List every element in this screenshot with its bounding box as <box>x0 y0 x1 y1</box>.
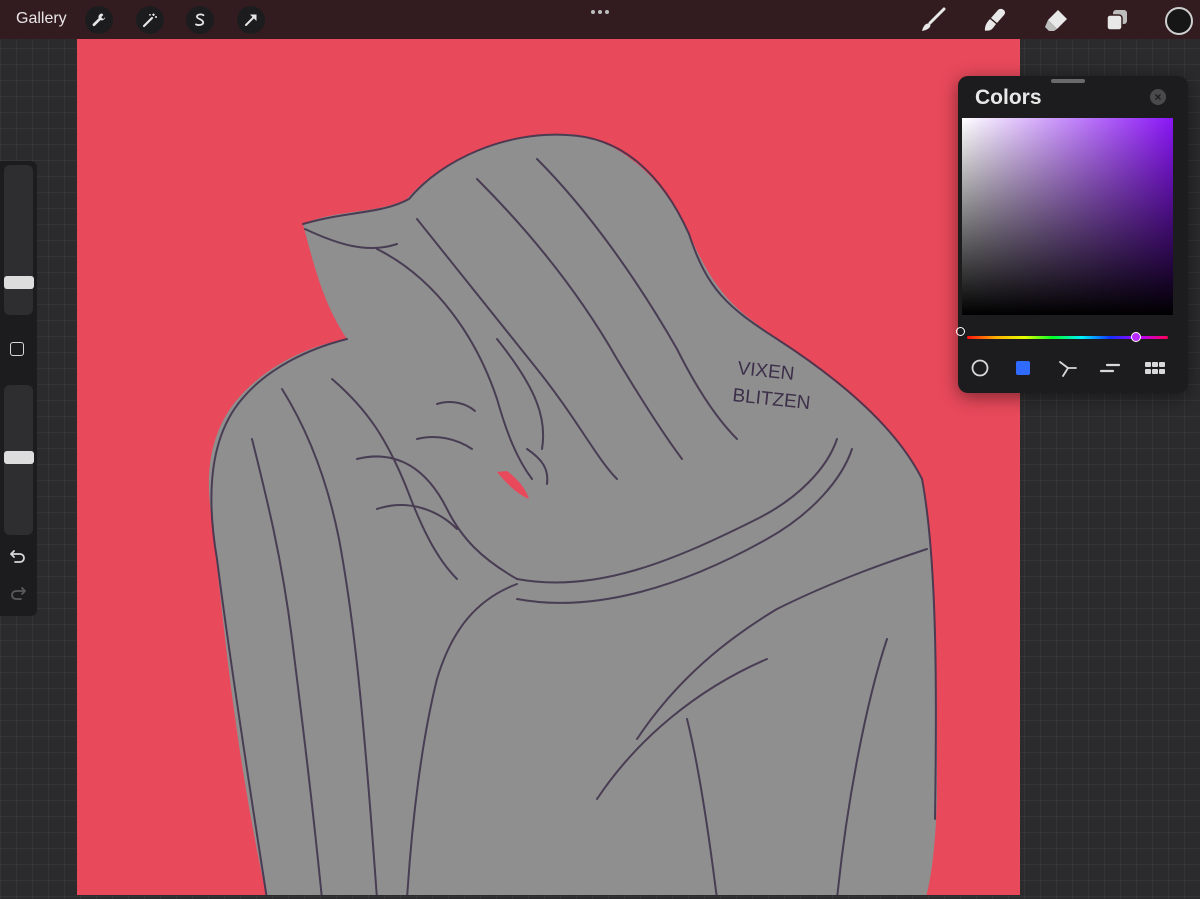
close-icon[interactable]: × <box>1150 89 1166 105</box>
selection-icon[interactable] <box>186 6 214 34</box>
color-picker-marker[interactable] <box>956 327 965 336</box>
palettes-grid-icon[interactable] <box>1144 358 1166 378</box>
gallery-button[interactable]: Gallery <box>16 10 67 28</box>
colors-title: Colors <box>975 86 1042 109</box>
hue-slider-knob[interactable] <box>1131 332 1141 342</box>
classic-square-icon[interactable] <box>1012 358 1034 378</box>
transform-arrow-icon[interactable] <box>237 6 265 34</box>
opacity-slider[interactable] <box>4 385 34 535</box>
colors-panel: Colors × <box>956 76 1188 393</box>
undo-icon[interactable] <box>9 549 27 563</box>
magic-wand-icon[interactable] <box>136 6 164 34</box>
current-color-swatch[interactable] <box>1165 7 1193 35</box>
sketch-artwork: VIXEN BLITZEN <box>209 133 937 895</box>
modify-square-icon[interactable] <box>10 342 24 356</box>
harmony-icon[interactable] <box>1057 358 1079 378</box>
brush-size-slider[interactable] <box>4 165 34 315</box>
value-sliders-icon[interactable] <box>1099 358 1121 378</box>
disc-icon[interactable] <box>969 358 991 378</box>
ellipsis-icon[interactable] <box>589 6 611 18</box>
opacity-thumb[interactable] <box>4 451 34 464</box>
top-toolbar: Gallery <box>0 0 1200 39</box>
brush-icon[interactable] <box>920 7 946 33</box>
layers-icon[interactable] <box>1104 7 1130 33</box>
smudge-icon[interactable] <box>982 7 1008 33</box>
brush-size-thumb[interactable] <box>4 276 34 289</box>
eraser-icon[interactable] <box>1043 7 1069 33</box>
color-square-picker[interactable] <box>956 118 1173 336</box>
wrench-icon[interactable] <box>85 6 113 34</box>
left-sidebar <box>0 161 37 616</box>
drawing-canvas[interactable]: VIXEN BLITZEN <box>77 39 1020 895</box>
panel-grabber[interactable] <box>1051 79 1085 83</box>
redo-icon[interactable] <box>9 586 27 600</box>
